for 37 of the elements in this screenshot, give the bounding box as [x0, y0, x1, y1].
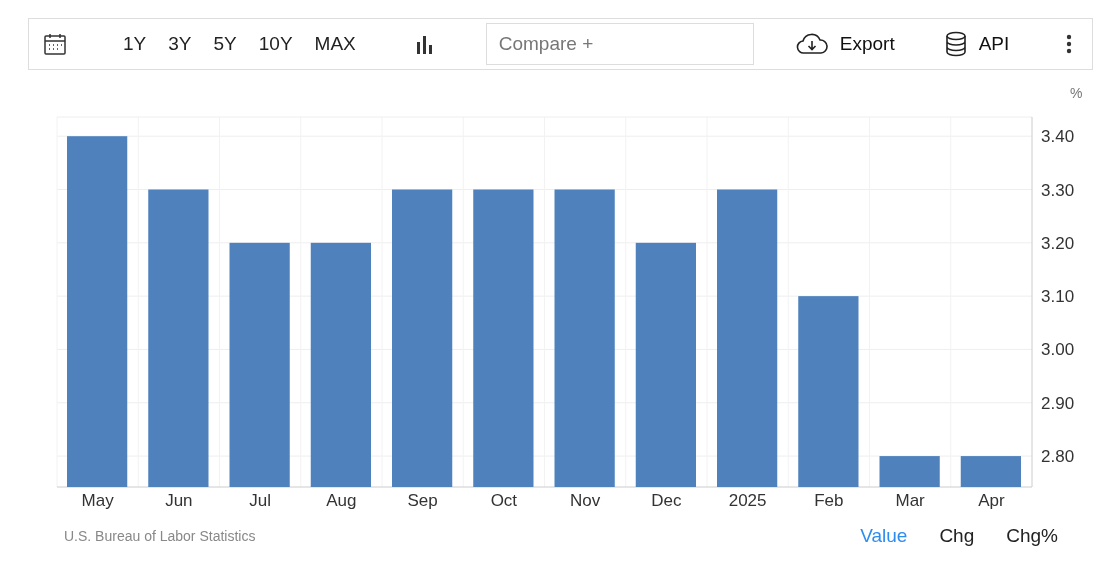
range-button[interactable]: 10Y	[258, 33, 293, 55]
y-axis-label: 2.90	[1041, 393, 1075, 413]
source-text: U.S. Bureau of Labor Statistics	[64, 528, 257, 544]
x-axis-label: Dec	[651, 491, 682, 510]
x-axis-label: Apr	[978, 491, 1005, 510]
x-axis-label: Sep	[407, 491, 438, 510]
range-button[interactable]: 1Y	[123, 33, 147, 55]
x-axis-label: Mar	[895, 491, 925, 510]
y-axis-label: 3.30	[1041, 180, 1075, 200]
compare-field[interactable]: Compare +	[485, 23, 754, 65]
export-button[interactable]: Export	[795, 33, 895, 55]
cloud-download-icon	[795, 33, 828, 55]
y-axis-label: 3.00	[1041, 340, 1075, 360]
range-button[interactable]: 3Y	[168, 33, 192, 55]
y-axis-label: 3.20	[1041, 233, 1075, 253]
database-icon	[944, 31, 967, 57]
x-axis-label: Oct	[490, 491, 518, 510]
y-axis-label: 3.10	[1041, 287, 1075, 307]
more-icon[interactable]	[1066, 34, 1072, 54]
calendar-icon[interactable]	[43, 32, 67, 56]
x-axis-label: Jun	[165, 491, 193, 510]
x-axis-label: Jul	[249, 491, 271, 510]
x-axis-label: Aug	[326, 491, 357, 510]
api-button[interactable]: API	[944, 31, 1010, 57]
bar	[960, 456, 1021, 487]
x-axis-label: Feb	[814, 491, 844, 510]
y-axis-label: 2.80	[1041, 447, 1075, 467]
unit-label: %	[1070, 85, 1083, 101]
x-axis-label: 2025	[728, 491, 767, 510]
view-tab[interactable]: Chg%	[1006, 525, 1058, 547]
x-axis-label: Nov	[570, 491, 601, 510]
view-tab[interactable]: Chg	[939, 525, 975, 547]
bar	[879, 456, 940, 487]
range-button[interactable]: 5Y	[213, 33, 237, 55]
x-axis-label: May	[81, 491, 114, 510]
y-axis-label: 3.40	[1041, 127, 1075, 147]
range-button[interactable]: MAX	[314, 33, 356, 55]
